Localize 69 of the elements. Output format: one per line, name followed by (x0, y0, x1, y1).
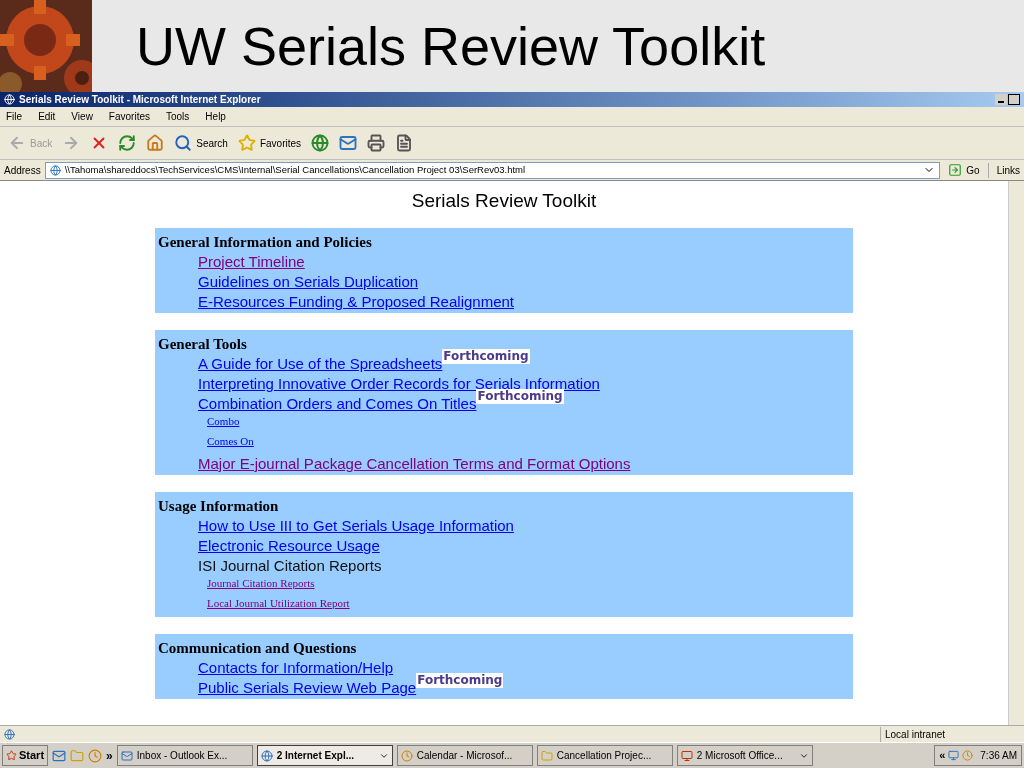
page-icon (4, 728, 15, 740)
page-link[interactable]: Electronic Resource Usage (198, 534, 380, 557)
tray-expand-button[interactable]: « (939, 747, 946, 764)
favorites-button[interactable]: Favorites (233, 130, 306, 156)
go-icon (948, 163, 963, 177)
page-link[interactable]: Comes On (207, 432, 254, 449)
section-heading: Usage Information (157, 496, 280, 515)
back-icon (8, 134, 26, 152)
section-heading: General Tools (157, 334, 248, 353)
links-button[interactable]: Links (987, 162, 1020, 178)
scrollbar[interactable] (1008, 181, 1024, 725)
page-link[interactable]: E-Resources Funding & Proposed Realignment (198, 290, 514, 313)
page-link[interactable]: Major E-journal Package Cancellation Terms and Format Options (198, 452, 631, 475)
clock: 7:36 AM (980, 749, 1017, 763)
address-label: Address (4, 163, 41, 178)
menu-item[interactable]: Edit (38, 109, 56, 124)
forthcoming-badge: Forthcoming (416, 672, 504, 688)
menu-item[interactable]: Tools (166, 109, 190, 124)
page-link[interactable]: Local Journal Utilization Report (207, 594, 350, 611)
menu-item[interactable]: File (6, 109, 23, 124)
taskbar-button[interactable]: Cancellation Projec... (536, 745, 673, 766)
print-icon (367, 134, 386, 152)
more-button[interactable]: » (106, 746, 113, 765)
page-link[interactable]: How to Use III to Get Serials Usage Information (198, 514, 514, 537)
calendar-icon[interactable] (88, 748, 103, 763)
page-link[interactable]: Contacts for Information/Help (198, 656, 394, 679)
page-link[interactable]: Combination Orders and Comes On Titles (198, 392, 477, 415)
start-icon (6, 750, 17, 761)
favorites-icon (237, 134, 256, 152)
page-heading: Serials Review Toolkit (411, 189, 597, 213)
taskbar-button[interactable]: 2 Internet Expl... (256, 745, 393, 766)
calendar-icon (962, 750, 974, 761)
menu-item[interactable]: Help (205, 109, 226, 124)
mail-icon (339, 134, 358, 152)
window-title: Serials Review Toolkit - Microsoft Internet Explorer (19, 93, 261, 107)
item-label: ISI Journal Citation Reports (198, 555, 382, 576)
page-link[interactable]: Combo (207, 412, 240, 429)
folder-icon (540, 749, 553, 762)
page-link[interactable]: Journal Citation Reports (207, 574, 315, 591)
browser-icon (4, 94, 15, 105)
mail-icon (120, 749, 133, 762)
zone-label: Local intranet (880, 726, 1020, 742)
quick-launch-icon[interactable] (52, 748, 67, 763)
maximize-button[interactable] (1008, 94, 1020, 105)
section-heading: Communication and Questions (157, 638, 358, 657)
page-link[interactable]: Guidelines on Serials Duplication (198, 270, 419, 293)
minimize-button[interactable] (995, 94, 1007, 105)
forthcoming-badge: Forthcoming (476, 388, 564, 404)
page-link[interactable]: A Guide for Use of the Spreadsheets (198, 352, 443, 375)
go-button[interactable]: Go (944, 162, 984, 178)
refresh-icon (118, 134, 137, 152)
page-link[interactable]: Project Timeline (198, 250, 305, 273)
search-button[interactable]: Search (170, 130, 232, 156)
forthcoming-badge: Forthcoming (442, 348, 530, 364)
slide-title: UW Serials Review Toolkit (136, 19, 766, 73)
page-link[interactable]: Public Serials Review Web Page (198, 676, 417, 699)
calendar-icon (400, 749, 413, 762)
page-icon (49, 164, 61, 176)
taskbar-button[interactable]: 2 Microsoft Office... (676, 745, 813, 766)
address-field[interactable]: \\Tahoma\shareddocs\TechServices\CMS\Internal\Serial Cancellations\Cancellation Project 03\SerRev03.html (44, 161, 941, 179)
menu-item[interactable]: Favorites (108, 109, 150, 124)
start-button[interactable]: Start (2, 745, 49, 766)
section-heading: General Information and Policies (157, 232, 373, 251)
search-icon (174, 134, 193, 152)
taskbar-button[interactable]: Inbox - Outlook Ex... (116, 745, 253, 766)
taskbar-button[interactable]: Calendar - Microsof... (396, 745, 533, 766)
edit-icon (395, 134, 414, 152)
menu-item[interactable]: View (71, 109, 93, 124)
home-icon (146, 134, 165, 152)
